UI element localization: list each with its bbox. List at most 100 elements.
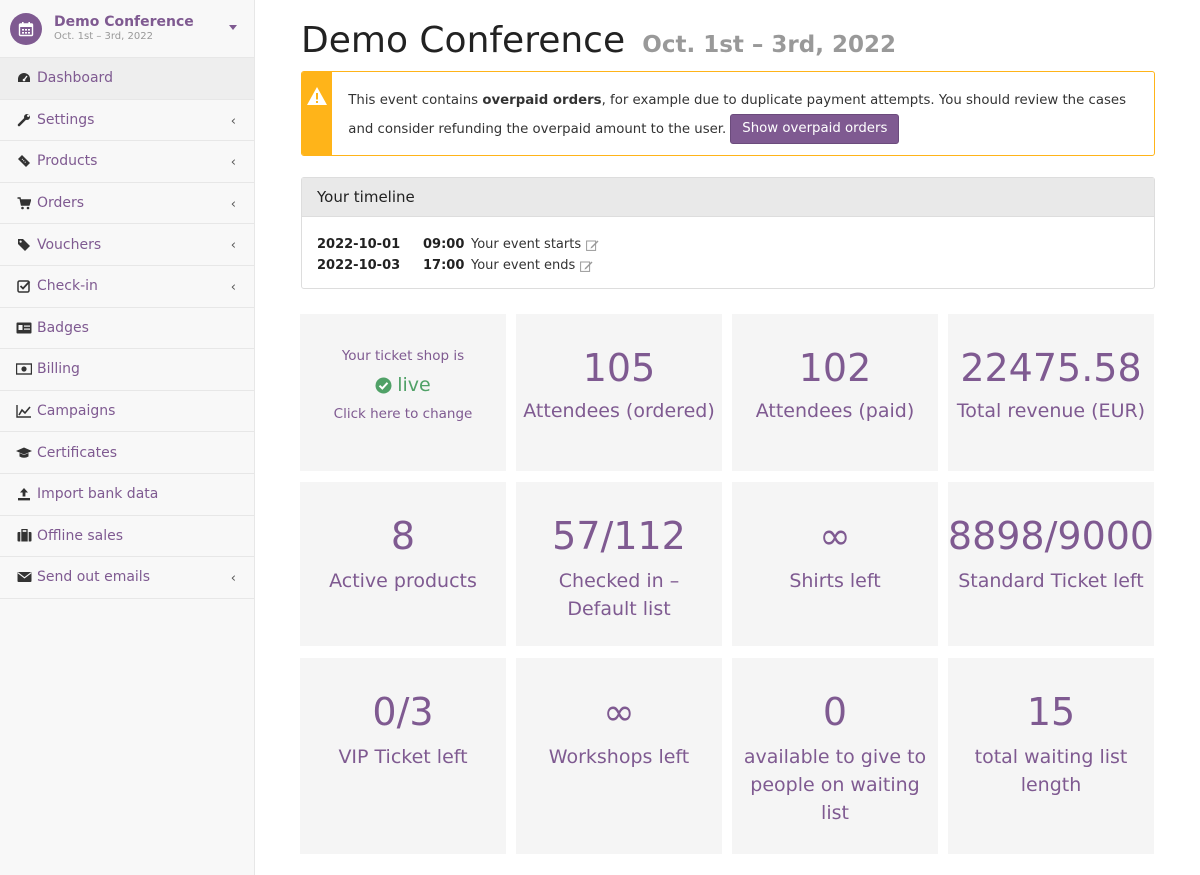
sidebar-item-label: Campaigns xyxy=(37,403,116,420)
stat-value: 22475.58 xyxy=(960,346,1142,390)
timeline-time: 17:00 xyxy=(423,258,465,273)
cart-icon xyxy=(16,195,32,211)
sidebar-item-certificates[interactable]: Certificates xyxy=(0,432,254,474)
timeline-row: 2022-10-01 09:00 Your event starts xyxy=(317,234,1154,255)
event-name: Demo Conference xyxy=(54,14,194,30)
chevron-left-icon: ‹ xyxy=(230,238,236,254)
stat-label: Attendees (paid) xyxy=(755,400,915,422)
stat-tile[interactable]: 22475.58 Total revenue (EUR) xyxy=(948,314,1154,471)
sidebar-item-label: Badges xyxy=(37,319,89,336)
alert-text-before: This event contains xyxy=(348,93,483,108)
stat-tile[interactable]: 0 available to give to people on waiting… xyxy=(732,658,938,854)
show-overpaid-orders-button[interactable]: Show overpaid orders xyxy=(730,114,900,144)
sidebar-item-label: Orders xyxy=(37,195,85,212)
sidebar-item-orders[interactable]: Orders ‹ xyxy=(0,183,254,225)
stat-label: total waiting list length xyxy=(974,746,1128,796)
stat-value: 57/112 xyxy=(552,514,686,558)
id-card-icon xyxy=(16,320,32,336)
sidebar-item-dashboard[interactable]: Dashboard xyxy=(0,58,254,100)
page-subtitle: Oct. 1st – 3rd, 2022 xyxy=(642,32,896,58)
page-title: Demo Conference Oct. 1st – 3rd, 2022 xyxy=(301,20,896,61)
chevron-left-icon: ‹ xyxy=(230,196,236,212)
calendar-icon xyxy=(10,12,42,45)
timeline-panel: Your timeline 2022-10-01 09:00 Your even… xyxy=(301,177,1155,289)
page-title-text: Demo Conference xyxy=(301,20,626,61)
stat-tile[interactable]: 8 Active products xyxy=(300,482,506,646)
event-dates: Oct. 1st – 3rd, 2022 xyxy=(54,31,153,42)
stat-tile[interactable]: 8898/9000 Standard Ticket left xyxy=(948,482,1154,646)
chevron-left-icon: ‹ xyxy=(230,571,236,587)
sidebar-item-billing[interactable]: Billing xyxy=(0,349,254,391)
shop-status-live: live xyxy=(375,374,431,396)
sidebar-item-label: Certificates xyxy=(37,444,118,461)
sidebar-item-badges[interactable]: Badges xyxy=(0,308,254,350)
sidebar-item-import-bank-data[interactable]: Import bank data xyxy=(0,474,254,516)
chevron-left-icon: ‹ xyxy=(230,113,236,129)
edit-icon[interactable] xyxy=(586,239,599,251)
timeline-date: 2022-10-01 xyxy=(317,237,401,252)
sidebar-item-label: Check-in xyxy=(37,278,98,295)
stat-value: 102 xyxy=(798,346,872,390)
timeline-title: Your timeline xyxy=(302,178,1154,217)
edit-icon[interactable] xyxy=(580,260,593,272)
stat-value: 0 xyxy=(822,690,848,734)
alert-text-bold: overpaid orders xyxy=(482,93,602,108)
caret-down-icon xyxy=(229,25,237,30)
stat-label: Workshops left xyxy=(548,746,690,768)
envelope-icon xyxy=(16,569,32,585)
stat-value: 0/3 xyxy=(372,690,434,734)
dashboard-icon xyxy=(16,70,32,86)
shop-status-change-link[interactable]: Click here to change xyxy=(334,406,473,422)
timeline-date: 2022-10-03 xyxy=(317,258,401,273)
sidebar-item-settings[interactable]: Settings ‹ xyxy=(0,100,254,142)
check-circle-icon xyxy=(375,377,392,394)
sidebar-item-offline-sales[interactable]: Offline sales xyxy=(0,516,254,558)
stat-tile[interactable]: ∞ Workshops left xyxy=(516,658,722,854)
timeline-row: 2022-10-03 17:00 Your event ends xyxy=(317,255,1154,276)
overpaid-alert: This event contains overpaid orders, for… xyxy=(301,71,1155,156)
stat-label: Total revenue (EUR) xyxy=(956,400,1146,422)
sidebar-item-check-in[interactable]: Check-in ‹ xyxy=(0,266,254,308)
stat-value: 15 xyxy=(1026,690,1076,734)
chevron-left-icon: ‹ xyxy=(230,155,236,171)
sidebar-item-vouchers[interactable]: Vouchers ‹ xyxy=(0,224,254,266)
shop-status-tile[interactable]: Your ticket shop is live Click here to c… xyxy=(300,314,506,471)
briefcase-icon xyxy=(16,528,32,544)
money-icon xyxy=(16,361,32,377)
sidebar: Demo Conference Oct. 1st – 3rd, 2022 Das… xyxy=(0,0,255,875)
sidebar-item-label: Import bank data xyxy=(37,486,159,503)
sidebar-item-products[interactable]: Products ‹ xyxy=(0,141,254,183)
sidebar-item-send-out-emails[interactable]: Send out emails ‹ xyxy=(0,557,254,599)
stat-value: ∞ xyxy=(603,690,635,734)
timeline-time: 09:00 xyxy=(423,237,465,252)
stat-tile[interactable]: ∞ Shirts left xyxy=(732,482,938,646)
stat-label: available to give to people on waiting l… xyxy=(743,746,927,824)
sidebar-item-campaigns[interactable]: Campaigns xyxy=(0,391,254,433)
upload-icon xyxy=(16,486,32,502)
stat-label: Standard Ticket left xyxy=(958,570,1144,592)
sidebar-item-label: Billing xyxy=(37,361,80,378)
alert-sidebar xyxy=(302,72,333,155)
timeline-text: Your event ends xyxy=(471,258,576,273)
stat-tile[interactable]: 15 total waiting list length xyxy=(948,658,1154,854)
event-switcher[interactable]: Demo Conference Oct. 1st – 3rd, 2022 xyxy=(0,0,254,58)
tags-icon xyxy=(16,237,32,253)
sidebar-item-label: Offline sales xyxy=(37,527,124,544)
alert-message: This event contains overpaid orders, for… xyxy=(332,72,1154,155)
stat-tile[interactable]: 105 Attendees (ordered) xyxy=(516,314,722,471)
stat-label: VIP Ticket left xyxy=(338,746,468,768)
stat-value: 8898/9000 xyxy=(947,514,1155,558)
stat-tile[interactable]: 0/3 VIP Ticket left xyxy=(300,658,506,854)
sidebar-item-label: Dashboard xyxy=(37,70,113,87)
stat-label: Checked in – Default list xyxy=(558,570,680,620)
sidebar-item-label: Send out emails xyxy=(37,569,150,586)
graduation-cap-icon xyxy=(16,445,32,461)
stat-tile[interactable]: 57/112 Checked in – Default list xyxy=(516,482,722,646)
timeline-text: Your event starts xyxy=(471,237,582,252)
stat-tile[interactable]: 102 Attendees (paid) xyxy=(732,314,938,471)
stat-label: Active products xyxy=(329,570,477,592)
checkbox-icon xyxy=(16,278,32,294)
main-content: Demo Conference Oct. 1st – 3rd, 2022 Thi… xyxy=(255,0,1200,875)
stat-value: 105 xyxy=(582,346,656,390)
line-chart-icon xyxy=(16,403,32,419)
